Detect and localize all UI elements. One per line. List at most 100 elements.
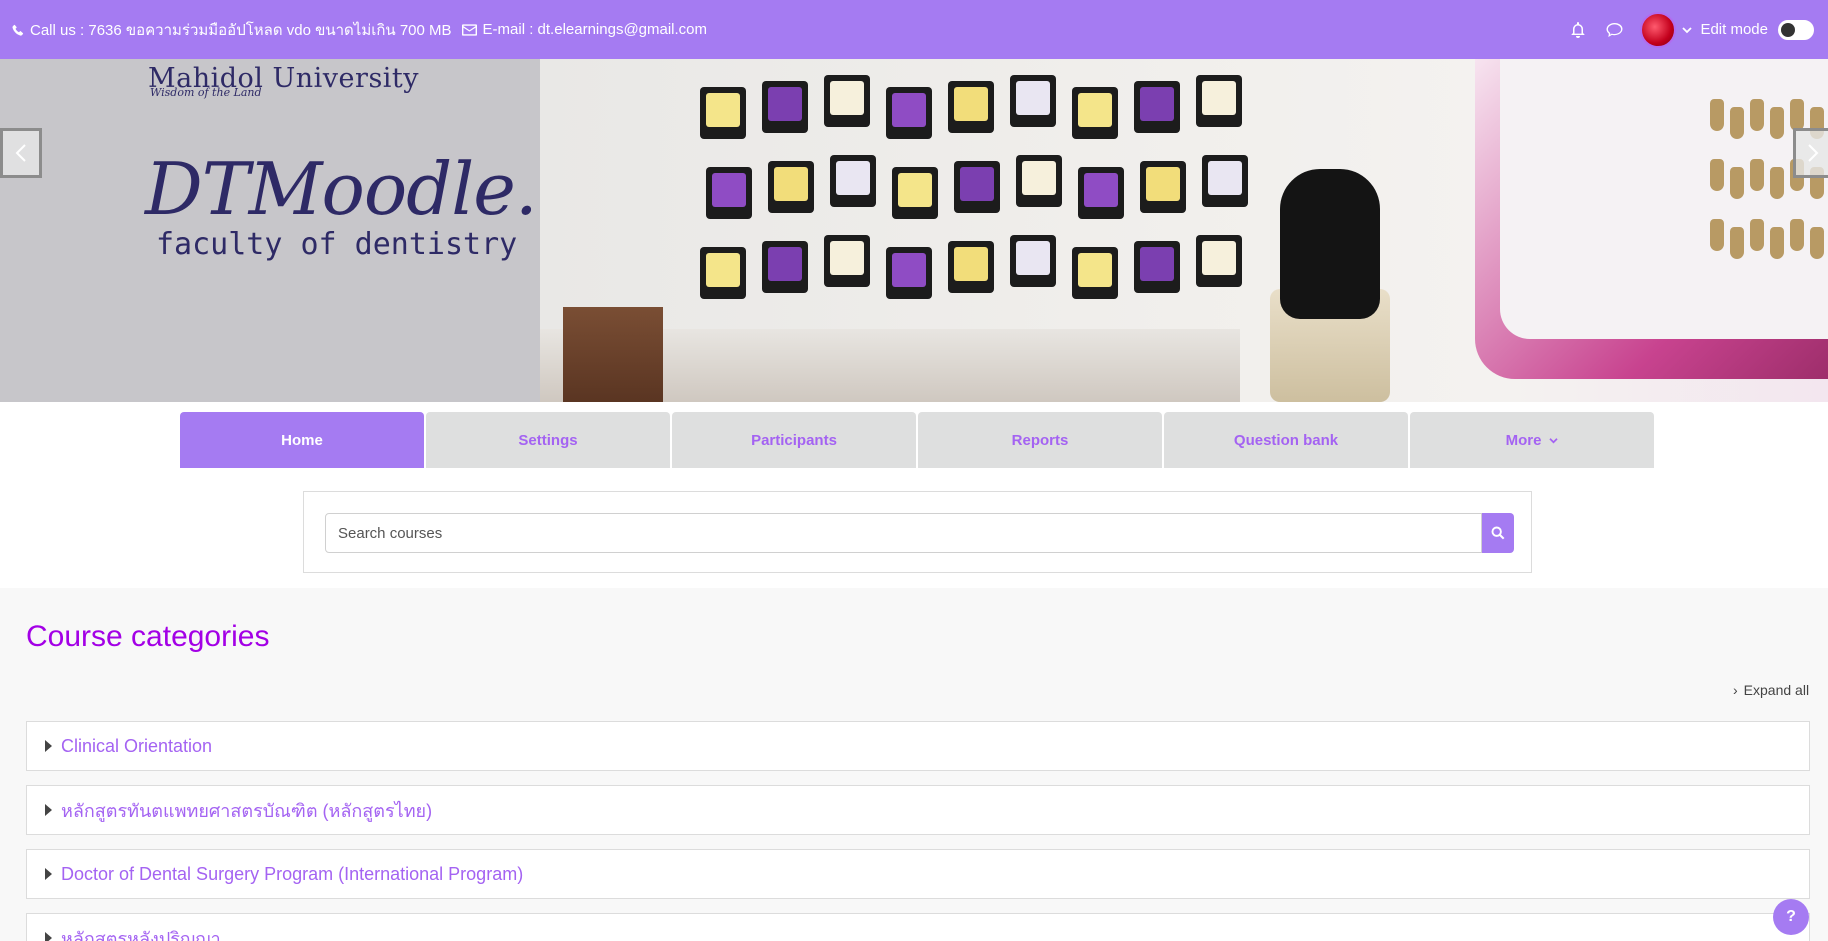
category-item[interactable]: Clinical Orientation <box>26 721 1810 771</box>
site-logo-text: DTMoodle. <box>145 147 538 231</box>
chevron-down-icon <box>1549 437 1559 443</box>
tooth-model <box>1710 219 1724 251</box>
expand-all-label: Expand all <box>1743 682 1810 698</box>
tooth-model <box>1750 219 1764 251</box>
poster-tile <box>948 81 994 133</box>
university-tagline: Wisdom of the Land <box>150 86 262 99</box>
poster-tile <box>706 167 752 219</box>
category-link[interactable]: Clinical Orientation <box>61 736 212 757</box>
tooth-model <box>1790 219 1804 251</box>
chevron-down-icon[interactable] <box>1682 26 1693 34</box>
caret-right-icon[interactable] <box>45 740 52 752</box>
notifications-button[interactable] <box>1560 12 1596 48</box>
poster-tile <box>830 155 876 207</box>
help-button[interactable]: ? <box>1773 899 1809 935</box>
poster-tile <box>1134 241 1180 293</box>
caret-right-icon[interactable] <box>45 932 52 941</box>
site-logo-subtitle: faculty of dentistry <box>156 227 518 262</box>
chevron-left-icon <box>15 144 26 162</box>
expand-all-link[interactable]: › Expand all <box>1733 682 1809 698</box>
tooth-model <box>1710 99 1724 131</box>
banner-dental-chair <box>1280 169 1380 319</box>
poster-tile <box>1202 155 1248 207</box>
carousel-next-button[interactable] <box>1793 128 1828 178</box>
poster-tile <box>1196 75 1242 127</box>
poster-tile <box>1010 235 1056 287</box>
tab-question-bank[interactable]: Question bank <box>1164 412 1408 468</box>
phone-text: Call us : 7636 ขอความร่วมมืออัปโหลด vdo … <box>30 21 452 39</box>
tab-reports[interactable]: Reports <box>918 412 1162 468</box>
carousel-prev-button[interactable] <box>0 128 42 178</box>
poster-tile <box>892 167 938 219</box>
bell-icon <box>1571 21 1585 38</box>
email-text[interactable]: E-mail : dt.elearnings@gmail.com <box>483 21 707 38</box>
edit-mode-label: Edit mode <box>1700 21 1768 38</box>
poster-tile <box>948 241 994 293</box>
poster-tile <box>762 81 808 133</box>
banner-bench <box>563 307 663 402</box>
caret-right-icon[interactable] <box>45 868 52 880</box>
category-item[interactable]: หลักสูตรทันตแพทยศาสตรบัณฑิต (หลักสูตรไทย… <box>26 785 1810 835</box>
tab-participants-label: Participants <box>751 431 837 449</box>
tooth-model <box>1810 227 1824 259</box>
tooth-model <box>1790 99 1804 131</box>
tab-home-label: Home <box>281 431 323 449</box>
page-title: Course categories <box>26 620 270 653</box>
banner-poster-wall <box>700 67 1270 317</box>
tab-more[interactable]: More <box>1410 412 1654 468</box>
poster-tile <box>824 235 870 287</box>
category-link[interactable]: หลักสูตรทันตแพทยศาสตรบัณฑิต (หลักสูตรไทย… <box>61 796 432 825</box>
phone-icon <box>12 24 24 36</box>
poster-tile <box>768 161 814 213</box>
tab-question-bank-label: Question bank <box>1233 431 1339 449</box>
tooth-model <box>1770 167 1784 199</box>
tab-more-label: More <box>1505 431 1542 449</box>
tooth-model <box>1750 99 1764 131</box>
search-input[interactable]: Search courses <box>325 513 1482 553</box>
tab-settings-label: Settings <box>518 431 578 449</box>
tab-settings[interactable]: Settings <box>426 412 670 468</box>
tab-reports-label: Reports <box>1011 431 1069 449</box>
top-bar: Call us : 7636 ขอความร่วมมืออัปโหลด vdo … <box>0 0 1828 59</box>
category-link[interactable]: หลักสูตรหลังปริญญา <box>61 924 221 941</box>
tooth-model <box>1750 159 1764 191</box>
category-item[interactable]: Doctor of Dental Surgery Program (Intern… <box>26 849 1810 899</box>
category-item[interactable]: หลักสูตรหลังปริญญา <box>26 913 1810 941</box>
banner-tooth-display <box>1500 59 1828 339</box>
chevron-right-icon: › <box>1733 682 1738 698</box>
poster-tile <box>1072 87 1118 139</box>
messages-button[interactable] <box>1596 12 1632 48</box>
course-nav-area: Home Settings Participants Reports Quest… <box>0 402 1828 588</box>
edit-mode-toggle[interactable] <box>1778 19 1814 40</box>
user-menu-area: Edit mode <box>1560 0 1816 59</box>
tooth-model <box>1770 107 1784 139</box>
search-icon <box>1491 526 1505 540</box>
poster-tile <box>762 241 808 293</box>
chevron-right-icon <box>1808 144 1819 162</box>
search-button[interactable] <box>1482 513 1514 553</box>
tooth-model <box>1730 227 1744 259</box>
tooth-model <box>1730 107 1744 139</box>
poster-tile <box>886 87 932 139</box>
poster-tile <box>700 87 746 139</box>
chat-bubble-icon <box>1606 22 1623 37</box>
poster-tile <box>700 247 746 299</box>
poster-tile <box>1196 235 1242 287</box>
poster-tile <box>1016 155 1062 207</box>
caret-right-icon[interactable] <box>45 804 52 816</box>
category-link[interactable]: Doctor of Dental Surgery Program (Intern… <box>61 864 523 885</box>
user-avatar[interactable] <box>1640 11 1677 48</box>
secondary-navigation: Home Settings Participants Reports Quest… <box>180 412 1654 468</box>
course-search-box: Search courses <box>303 491 1532 573</box>
poster-tile <box>954 161 1000 213</box>
poster-tile <box>1072 247 1118 299</box>
hero-banner: Mahidol University Wisdom of the Land DT… <box>0 59 1828 402</box>
tab-participants[interactable]: Participants <box>672 412 916 468</box>
tab-home[interactable]: Home <box>180 412 424 468</box>
envelope-icon <box>461 23 477 36</box>
contact-email: E-mail : dt.elearnings@gmail.com <box>461 21 707 38</box>
poster-tile <box>824 75 870 127</box>
tooth-model <box>1730 167 1744 199</box>
tooth-model <box>1710 159 1724 191</box>
poster-tile <box>1010 75 1056 127</box>
